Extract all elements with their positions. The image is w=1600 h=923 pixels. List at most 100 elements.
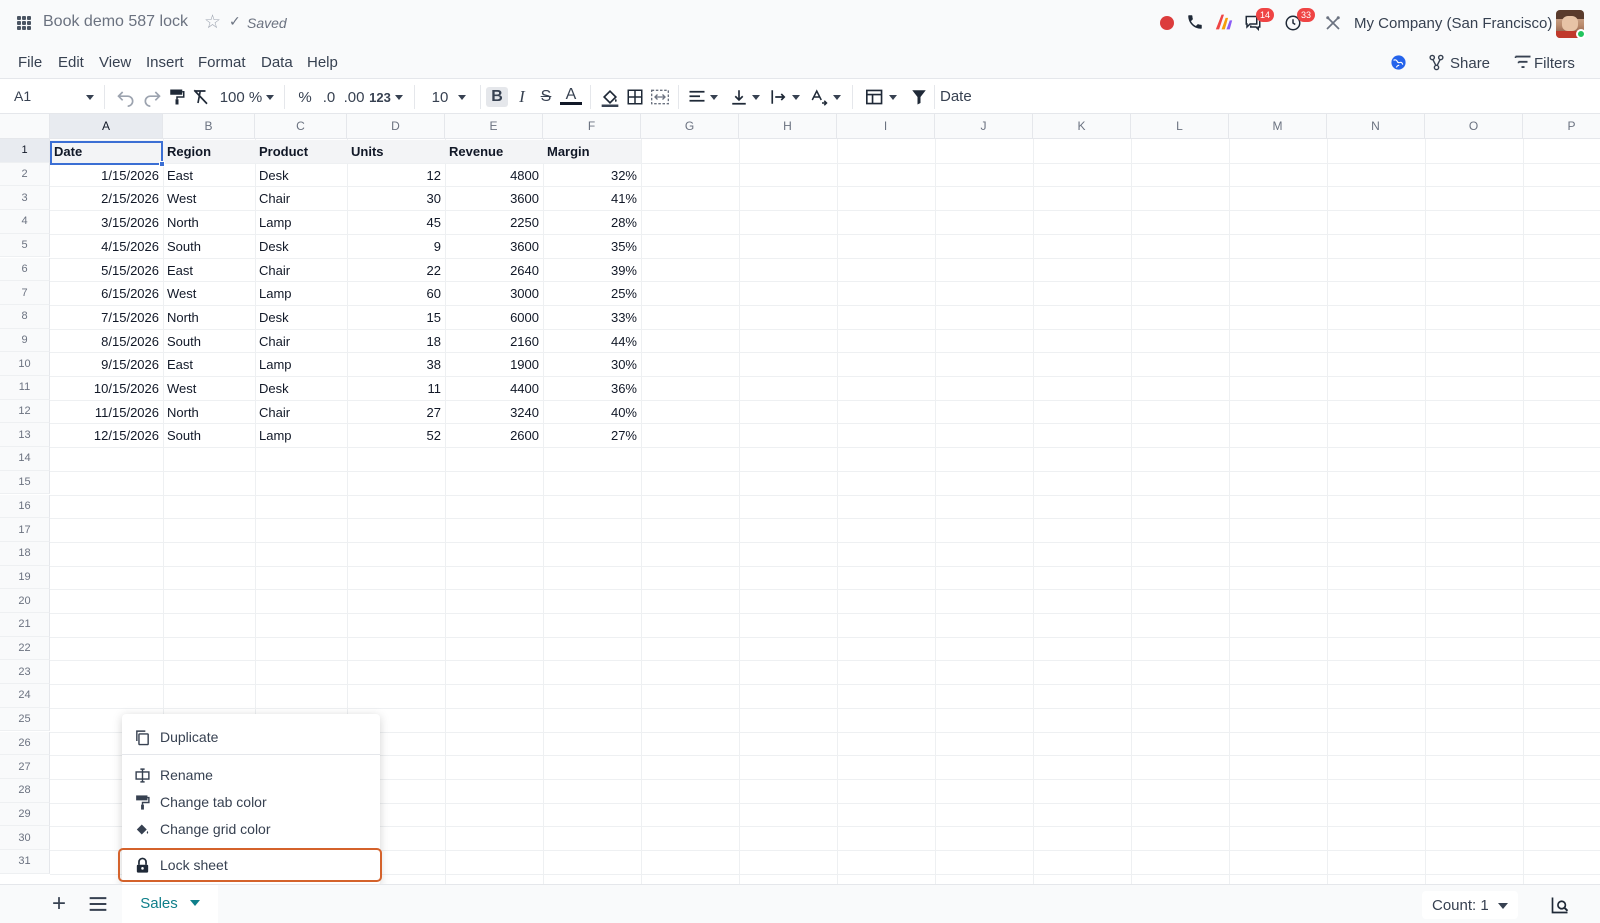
table-cell[interactable]: 4800 (445, 164, 543, 187)
table-cell[interactable]: 32% (543, 164, 641, 187)
row-header[interactable]: 18 (0, 541, 50, 566)
record-icon[interactable] (1160, 16, 1174, 30)
table-cell[interactable]: 33% (543, 306, 641, 329)
row-header[interactable]: 1 (0, 139, 50, 163)
row-header[interactable]: 27 (0, 755, 50, 779)
table-cell[interactable]: 18 (347, 330, 445, 353)
document-title[interactable]: Book demo 587 lock (43, 13, 188, 31)
table-cell[interactable]: North (163, 306, 255, 329)
table-cell[interactable]: 60 (347, 282, 445, 305)
table-cell[interactable]: 2250 (445, 211, 543, 234)
menu-insert[interactable]: Insert (146, 54, 184, 71)
filters-icon[interactable] (1514, 55, 1532, 70)
row-header[interactable]: 4 (0, 210, 50, 234)
row-header[interactable]: 22 (0, 636, 50, 661)
menu-help[interactable]: Help (307, 54, 338, 71)
ai-assistant-icon[interactable] (1214, 13, 1234, 31)
table-cell[interactable]: 8/15/2026 (50, 330, 163, 353)
table-cell[interactable]: Chair (255, 187, 347, 210)
aggregate-selector[interactable]: Count: 1 (1422, 891, 1518, 919)
table-cell[interactable]: West (163, 282, 255, 305)
table-cell[interactable]: South (163, 330, 255, 353)
row-header[interactable]: 17 (0, 518, 50, 542)
table-cell[interactable]: Desk (255, 235, 347, 258)
menu-item-rename[interactable]: Rename (122, 762, 380, 788)
table-cell[interactable]: 6/15/2026 (50, 282, 163, 305)
table-cell[interactable]: 9 (347, 235, 445, 258)
tools-icon[interactable] (1324, 14, 1342, 32)
column-header-j[interactable]: J (935, 114, 1033, 139)
menu-format[interactable]: Format (198, 54, 246, 71)
share-button[interactable]: Share (1450, 55, 1490, 72)
table-cell[interactable]: 2160 (445, 330, 543, 353)
table-cell[interactable]: Desk (255, 377, 347, 400)
phone-icon[interactable] (1186, 13, 1204, 31)
star-icon[interactable]: ☆ (204, 11, 221, 34)
name-box[interactable]: A1 (14, 88, 31, 104)
cell-header-region[interactable]: Region (163, 140, 255, 163)
paint-format-icon[interactable] (168, 87, 186, 107)
globe-icon[interactable] (1390, 54, 1407, 71)
column-header-i[interactable]: I (837, 114, 935, 139)
table-cell[interactable]: 3600 (445, 187, 543, 210)
table-cell[interactable]: 27% (543, 424, 641, 447)
table-cell[interactable]: South (163, 235, 255, 258)
table-cell[interactable]: 12/15/2026 (50, 424, 163, 447)
table-cell[interactable]: 2/15/2026 (50, 187, 163, 210)
column-header-c[interactable]: C (255, 114, 347, 139)
wrap-text-select[interactable] (768, 87, 802, 107)
table-cell[interactable]: 25% (543, 282, 641, 305)
row-header[interactable]: 6 (0, 257, 50, 282)
row-header[interactable]: 10 (0, 352, 50, 376)
text-rotation-select[interactable] (808, 87, 842, 107)
sheet-tab-sales[interactable]: Sales (122, 885, 218, 923)
table-cell[interactable]: Lamp (255, 353, 347, 376)
strikethrough-button[interactable]: S (536, 87, 556, 107)
column-header-l[interactable]: L (1131, 114, 1229, 139)
column-header-e[interactable]: E (445, 114, 543, 139)
row-header[interactable]: 11 (0, 376, 50, 400)
table-cell[interactable]: 3/15/2026 (50, 211, 163, 234)
table-cell[interactable]: West (163, 187, 255, 210)
share-icon[interactable] (1428, 54, 1445, 71)
select-all-corner[interactable] (0, 114, 50, 139)
row-header[interactable]: 24 (0, 684, 50, 708)
row-header[interactable]: 26 (0, 731, 50, 756)
horizontal-align-select[interactable] (686, 87, 720, 107)
cell-header-units[interactable]: Units (347, 140, 445, 163)
row-header[interactable]: 31 (0, 850, 50, 874)
table-cell[interactable]: East (163, 259, 255, 282)
row-header[interactable]: 2 (0, 162, 50, 187)
column-header-o[interactable]: O (1425, 114, 1523, 139)
row-header[interactable]: 30 (0, 826, 50, 850)
borders-icon[interactable] (626, 87, 644, 107)
menu-item-duplicate[interactable]: Duplicate (122, 724, 380, 750)
table-cell[interactable]: 11 (347, 377, 445, 400)
table-cell[interactable]: 3240 (445, 401, 543, 424)
column-header-n[interactable]: N (1327, 114, 1425, 139)
table-cell[interactable]: 5/15/2026 (50, 259, 163, 282)
cell-header-revenue[interactable]: Revenue (445, 140, 543, 163)
menu-item-change-tab-color[interactable]: Change tab color (122, 789, 380, 815)
row-header[interactable]: 3 (0, 186, 50, 211)
decrease-decimals-button[interactable]: .0 (320, 87, 338, 107)
conditional-format-select[interactable] (864, 87, 898, 107)
merge-cells-icon[interactable] (650, 87, 670, 107)
row-header[interactable]: 25 (0, 707, 50, 732)
zoom-select[interactable]: 100 % (218, 87, 276, 107)
column-header-g[interactable]: G (641, 114, 739, 139)
table-cell[interactable]: 4/15/2026 (50, 235, 163, 258)
table-cell[interactable]: Chair (255, 401, 347, 424)
chevron-down-icon[interactable] (189, 900, 200, 906)
text-color-button[interactable]: A (560, 86, 582, 105)
table-cell[interactable]: 40% (543, 401, 641, 424)
menu-item-lock-sheet[interactable]: Lock sheet (122, 852, 380, 878)
formula-bar[interactable]: Date (940, 88, 972, 105)
row-header[interactable]: 7 (0, 281, 50, 305)
row-header[interactable]: 5 (0, 233, 50, 258)
column-header-f[interactable]: F (543, 114, 641, 139)
table-cell[interactable]: Desk (255, 164, 347, 187)
table-cell[interactable]: Desk (255, 306, 347, 329)
row-header[interactable]: 21 (0, 613, 50, 637)
table-cell[interactable]: 39% (543, 259, 641, 282)
